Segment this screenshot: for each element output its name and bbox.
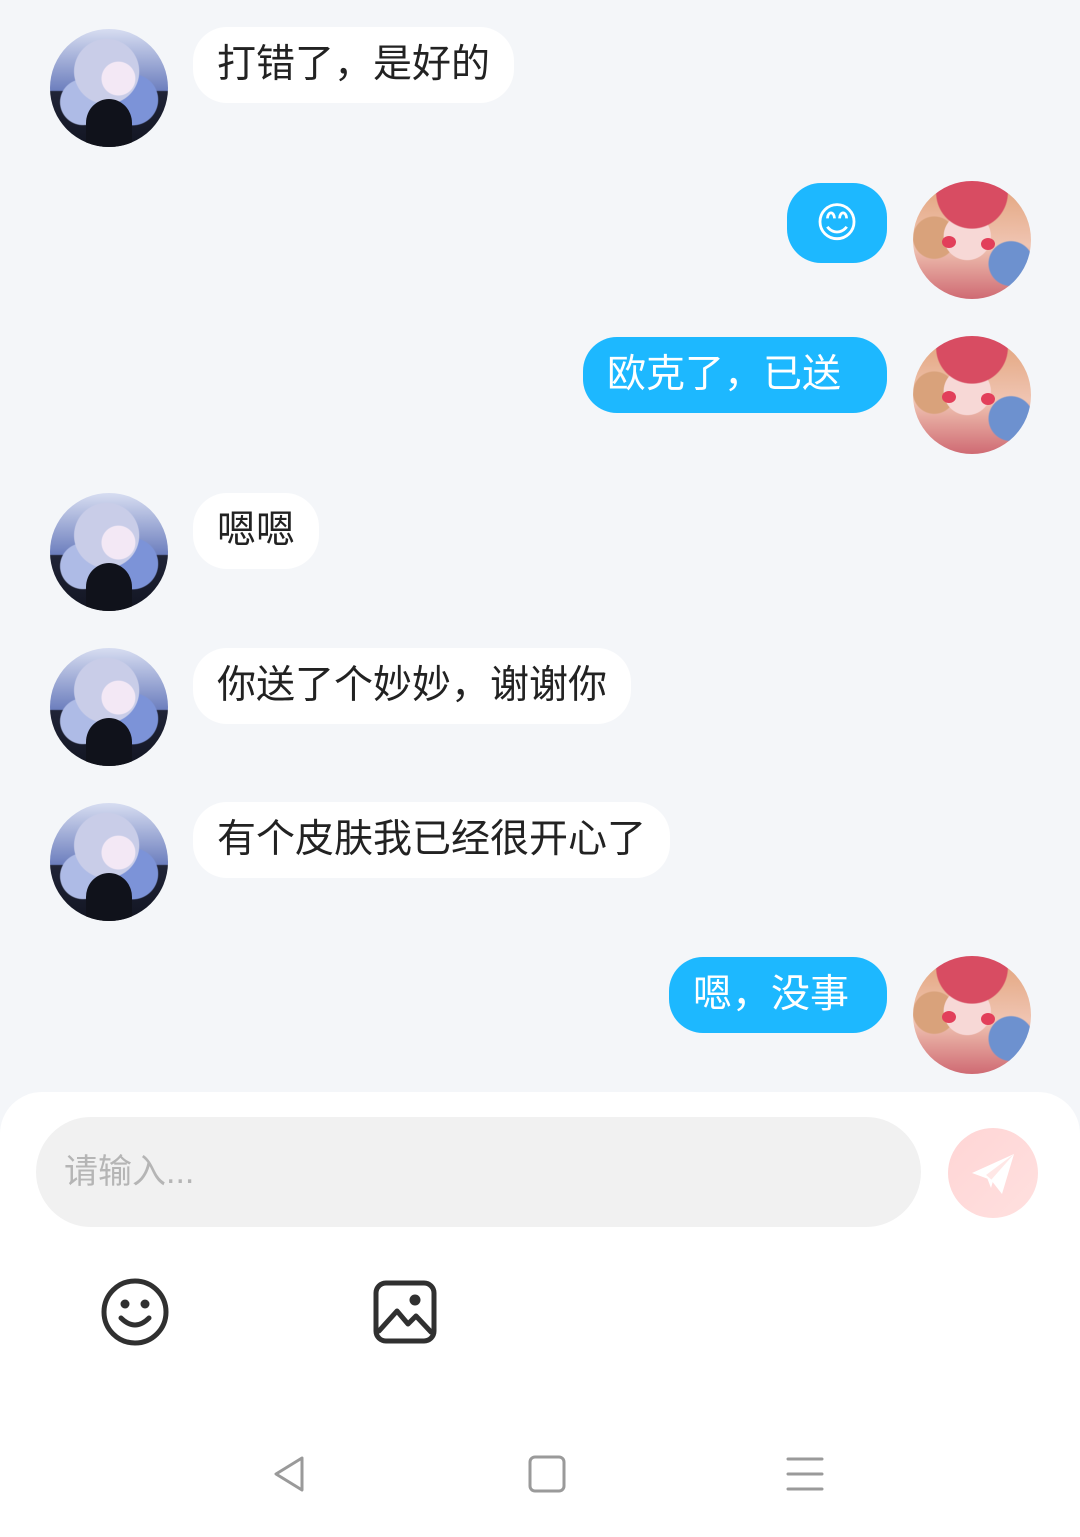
paper-plane-icon <box>972 1154 1014 1194</box>
user-avatar[interactable] <box>913 181 1031 299</box>
incoming-message-bubble[interactable]: 打错了，是好的 <box>193 27 515 103</box>
outgoing-message-bubble[interactable]: 欧克了，已送 <box>583 337 887 413</box>
emoji-button[interactable] <box>99 1276 171 1348</box>
incoming-message-bubble[interactable]: 嗯嗯 <box>193 493 320 569</box>
outgoing-emoji-bubble[interactable]: 😊 <box>787 183 887 263</box>
message-row-4: 嗯嗯 <box>0 492 1080 617</box>
message-row-2: 😊 <box>0 181 1080 306</box>
message-row-1: 打错了，是好的 <box>0 26 1080 151</box>
system-navigation-bar <box>0 1427 1080 1537</box>
message-row-3: 欧克了，已送 <box>0 336 1080 461</box>
home-button[interactable] <box>524 1451 570 1497</box>
back-button[interactable] <box>266 1451 312 1497</box>
contact-avatar[interactable] <box>50 803 168 921</box>
hamburger-menu-icon <box>786 1457 824 1491</box>
contact-avatar[interactable] <box>50 493 168 611</box>
chat-message-list: 打错了，是好的 😊 欧克了，已送 嗯嗯 你送了个妙妙，谢谢你 有个皮肤我已经很开… <box>0 0 1080 1095</box>
contact-avatar[interactable] <box>50 648 168 766</box>
user-avatar[interactable] <box>913 956 1031 1074</box>
smile-icon <box>101 1278 169 1346</box>
message-row-5: 你送了个妙妙，谢谢你 <box>0 647 1080 772</box>
outgoing-message-bubble[interactable]: 嗯，没事 <box>669 957 887 1033</box>
message-row-7: 嗯，没事 <box>0 955 1080 1080</box>
image-picker-button[interactable] <box>369 1276 441 1348</box>
square-home-icon <box>528 1455 566 1493</box>
incoming-message-bubble[interactable]: 有个皮肤我已经很开心了 <box>193 802 671 878</box>
contact-avatar[interactable] <box>50 29 168 147</box>
send-button[interactable] <box>948 1128 1038 1218</box>
triangle-back-icon <box>274 1456 304 1492</box>
user-avatar[interactable] <box>913 336 1031 454</box>
message-input[interactable] <box>36 1117 921 1227</box>
message-row-6: 有个皮肤我已经很开心了 <box>0 802 1080 927</box>
recent-apps-button[interactable] <box>782 1451 828 1497</box>
image-icon <box>373 1280 437 1344</box>
incoming-message-bubble[interactable]: 你送了个妙妙，谢谢你 <box>193 648 632 724</box>
